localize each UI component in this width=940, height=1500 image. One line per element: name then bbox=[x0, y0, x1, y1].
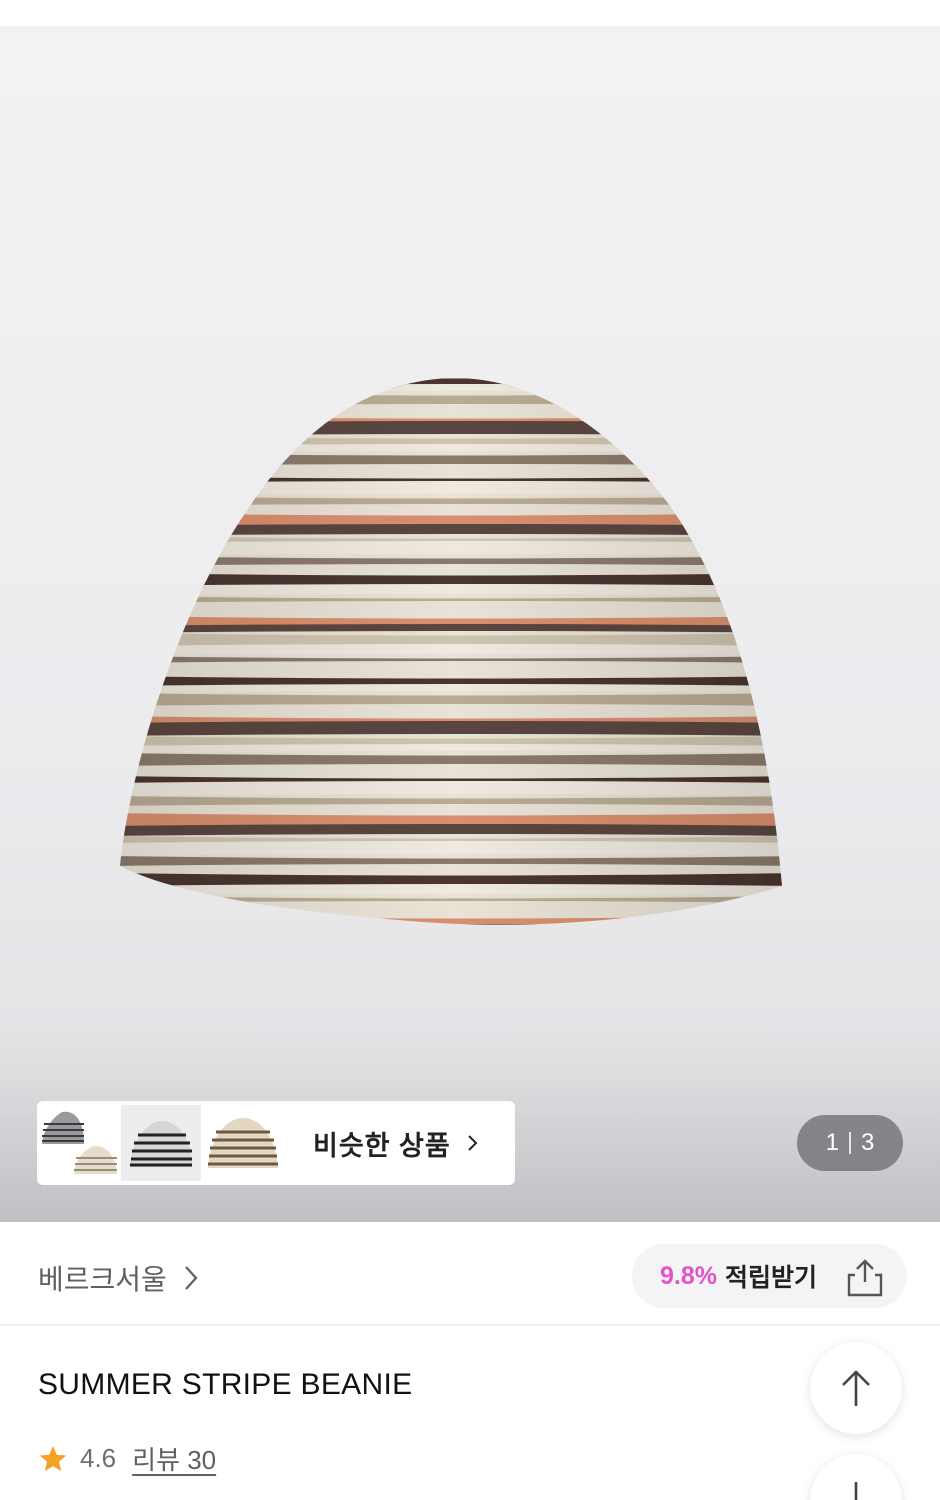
similar-products-card[interactable]: 비슷한 상품 bbox=[37, 1101, 515, 1185]
striped-beanie-thumb-2 bbox=[130, 1121, 192, 1167]
product-image-gallery[interactable]: 비슷한 상품 1 3 bbox=[0, 26, 940, 1222]
striped-beanie-thumb-3 bbox=[208, 1118, 278, 1168]
arrow-down-icon bbox=[854, 1482, 858, 1500]
rating-row: 4.6 리뷰 30 bbox=[38, 1440, 216, 1477]
rating-value: 4.6 bbox=[80, 1443, 117, 1473]
beanie-stripe bbox=[120, 924, 782, 925]
share-icon[interactable] bbox=[845, 1258, 885, 1298]
pager-total: 3 bbox=[861, 1129, 875, 1156]
points-rate: 9.8% bbox=[660, 1261, 717, 1290]
status-bar bbox=[0, 0, 940, 26]
points-pill[interactable]: 9.8% 적립받기 bbox=[632, 1244, 907, 1308]
review-link[interactable]: 리뷰 30 bbox=[132, 1440, 216, 1477]
similar-thumb-1[interactable] bbox=[39, 1105, 119, 1181]
pager-current: 1 bbox=[825, 1129, 839, 1156]
scroll-bottom-button[interactable] bbox=[810, 1454, 902, 1500]
similar-thumb-3[interactable] bbox=[203, 1105, 283, 1181]
product-title: SUMMER STRIPE BEANIE bbox=[38, 1368, 413, 1401]
chevron-right-icon bbox=[184, 1266, 198, 1290]
brand-name: 베르크서울 bbox=[38, 1264, 167, 1295]
brand-link[interactable]: 베르크서울 bbox=[38, 1258, 199, 1298]
scroll-top-button[interactable] bbox=[810, 1342, 902, 1434]
beanie-stripe bbox=[110, 933, 800, 936]
chevron-right-icon bbox=[467, 1135, 478, 1151]
image-pager: 1 3 bbox=[797, 1115, 903, 1171]
points-label: 적립받기 bbox=[724, 1264, 817, 1292]
similar-products-label: 비슷한 상품 bbox=[313, 1130, 451, 1161]
product-photo bbox=[110, 377, 800, 936]
brand-row: 베르크서울 9.8% 적립받기 bbox=[0, 1222, 940, 1326]
arrow-up-icon bbox=[842, 1370, 870, 1406]
star-icon bbox=[39, 1445, 67, 1471]
striped-beanie-thumb-1 bbox=[42, 1111, 117, 1174]
similar-thumb-2[interactable] bbox=[121, 1105, 201, 1181]
pager-divider bbox=[849, 1132, 851, 1154]
